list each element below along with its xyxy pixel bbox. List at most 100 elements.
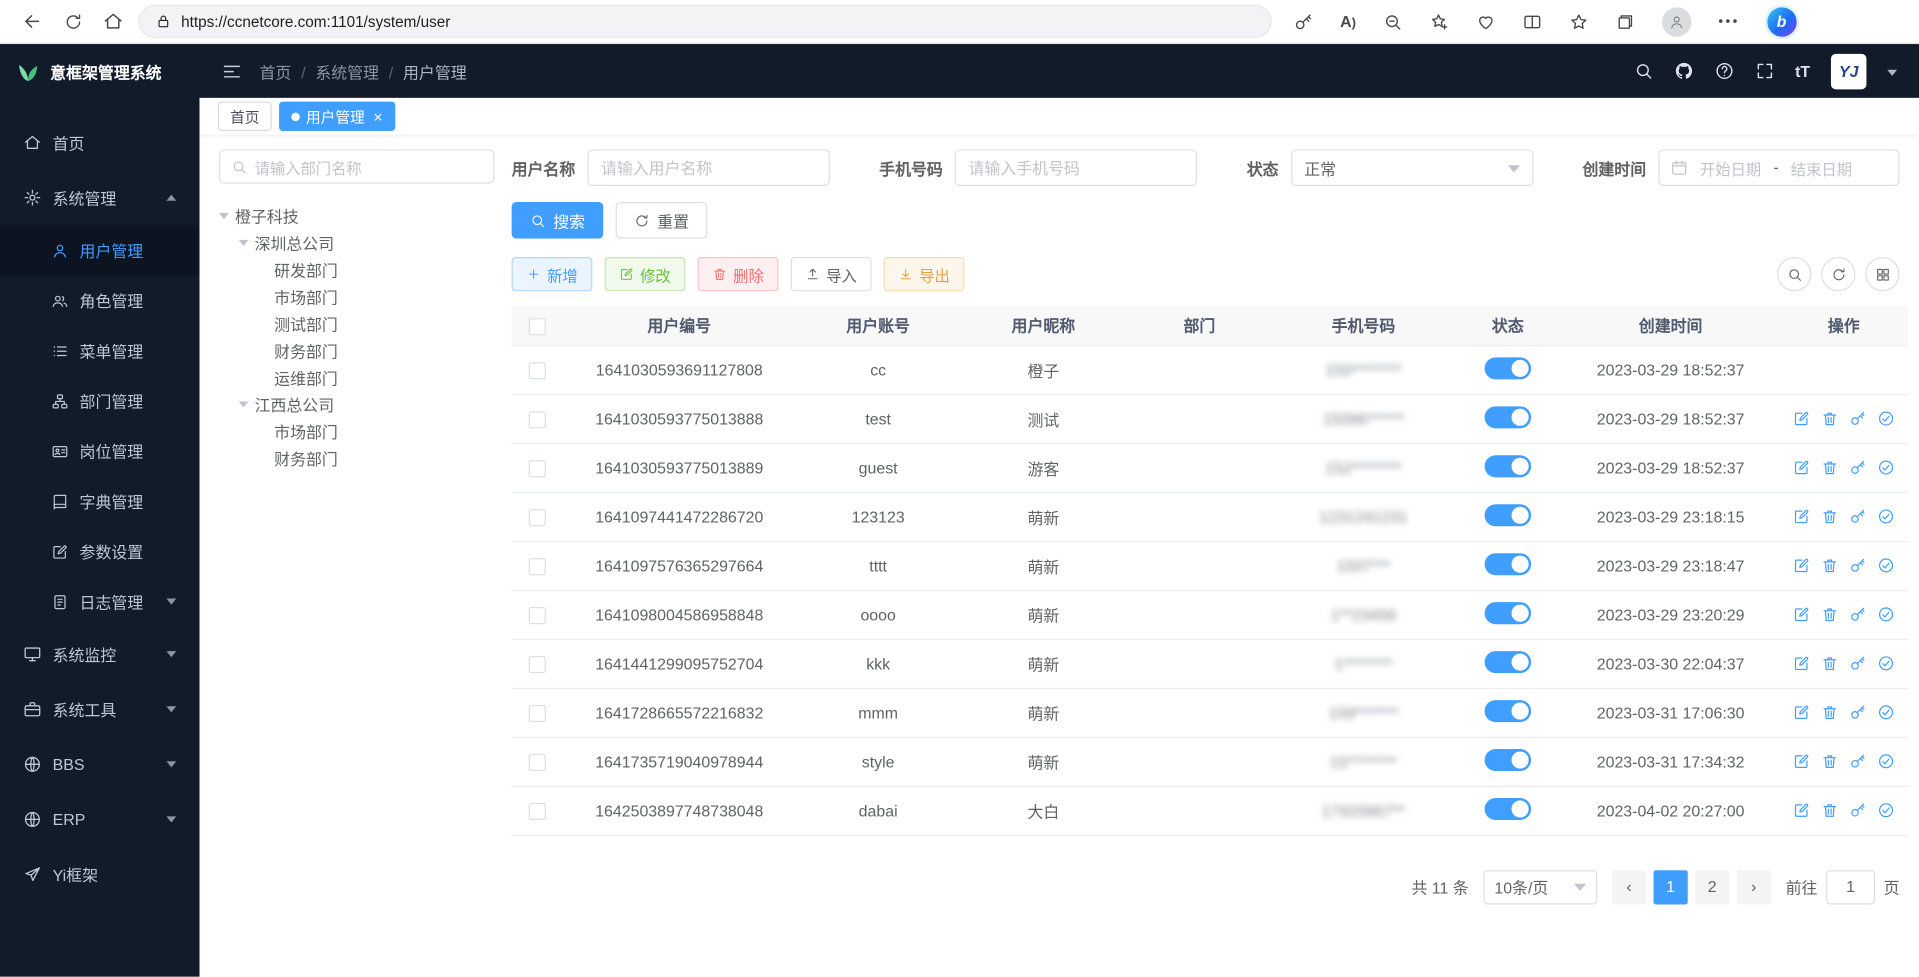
- edit-user-icon[interactable]: [1793, 753, 1810, 770]
- user-avatar[interactable]: YJ: [1831, 53, 1866, 88]
- row-checkbox[interactable]: [529, 411, 546, 428]
- breadcrumb-item[interactable]: 系统管理: [315, 59, 393, 82]
- row-checkbox[interactable]: [529, 656, 546, 673]
- delete-user-icon[interactable]: [1821, 753, 1838, 770]
- browser-home-button[interactable]: [93, 3, 133, 40]
- page-size-select[interactable]: 10条/页: [1483, 870, 1597, 904]
- reset-password-icon[interactable]: [1849, 459, 1866, 476]
- help-icon[interactable]: [1714, 61, 1734, 81]
- tab-home[interactable]: 首页: [218, 102, 272, 131]
- tree-node[interactable]: 财务部门: [219, 337, 494, 364]
- department-search-input[interactable]: 请输入部门名称: [219, 149, 494, 183]
- page-button-1[interactable]: 1: [1653, 870, 1687, 904]
- sidebar-item-system-management[interactable]: 系统管理: [0, 170, 199, 225]
- sidebar-item-department-management[interactable]: 部门管理: [0, 376, 199, 426]
- row-checkbox[interactable]: [529, 607, 546, 624]
- edit-user-icon[interactable]: [1793, 508, 1810, 525]
- status-toggle[interactable]: [1485, 651, 1532, 673]
- tree-node[interactable]: 市场部门: [219, 417, 494, 444]
- browser-essentials-icon[interactable]: [1476, 12, 1496, 32]
- assign-role-icon[interactable]: [1877, 753, 1894, 770]
- assign-role-icon[interactable]: [1877, 606, 1894, 623]
- reset-password-icon[interactable]: [1849, 704, 1866, 721]
- toggle-search-button[interactable]: [1777, 257, 1811, 291]
- delete-user-icon[interactable]: [1821, 508, 1838, 525]
- status-toggle[interactable]: [1485, 455, 1532, 477]
- reset-password-icon[interactable]: [1849, 802, 1866, 819]
- sidebar-item-menu-management[interactable]: 菜单管理: [0, 326, 199, 376]
- next-page-button[interactable]: ›: [1737, 870, 1771, 904]
- tab-user-management[interactable]: 用户管理 ×: [279, 102, 395, 131]
- status-toggle[interactable]: [1485, 406, 1532, 428]
- reset-password-icon[interactable]: [1849, 753, 1866, 770]
- add-button[interactable]: 新增: [512, 257, 593, 291]
- row-checkbox[interactable]: [529, 362, 546, 379]
- tree-node[interactable]: 财务部门: [219, 444, 494, 471]
- edit-user-icon[interactable]: [1793, 606, 1810, 623]
- assign-role-icon[interactable]: [1877, 459, 1894, 476]
- status-toggle[interactable]: [1485, 797, 1532, 819]
- status-toggle[interactable]: [1485, 553, 1532, 575]
- tree-node[interactable]: 研发部门: [219, 256, 494, 283]
- fullscreen-icon[interactable]: [1755, 61, 1775, 81]
- sidebar-item-position-management[interactable]: 岗位管理: [0, 426, 199, 476]
- browser-menu-icon[interactable]: •••: [1718, 14, 1739, 29]
- browser-profile-avatar[interactable]: [1662, 7, 1691, 36]
- assign-role-icon[interactable]: [1877, 655, 1894, 672]
- status-toggle[interactable]: [1485, 357, 1532, 379]
- font-size-icon[interactable]: tT: [1795, 62, 1810, 80]
- status-toggle[interactable]: [1485, 699, 1532, 721]
- edit-user-icon[interactable]: [1793, 802, 1810, 819]
- caret-down-icon[interactable]: [239, 401, 249, 412]
- delete-user-icon[interactable]: [1821, 655, 1838, 672]
- edit-button[interactable]: 修改: [605, 257, 686, 291]
- status-toggle[interactable]: [1485, 504, 1532, 526]
- edit-user-icon[interactable]: [1793, 704, 1810, 721]
- browser-back-button[interactable]: [12, 3, 52, 40]
- split-screen-icon[interactable]: [1523, 12, 1543, 32]
- github-icon[interactable]: [1674, 61, 1694, 81]
- zoom-out-icon[interactable]: [1383, 12, 1403, 32]
- delete-user-icon[interactable]: [1821, 802, 1838, 819]
- search-button[interactable]: 搜索: [512, 202, 604, 239]
- select-all-checkbox[interactable]: [529, 318, 546, 335]
- delete-user-icon[interactable]: [1821, 606, 1838, 623]
- assign-role-icon[interactable]: [1877, 802, 1894, 819]
- sidebar-item-bbs[interactable]: BBS: [0, 737, 199, 792]
- sidebar-item-yi-framework[interactable]: Yi框架: [0, 847, 199, 902]
- tree-node[interactable]: 江西总公司: [219, 390, 494, 417]
- reset-password-icon[interactable]: [1849, 606, 1866, 623]
- password-key-icon[interactable]: [1294, 12, 1314, 32]
- caret-down-icon[interactable]: [219, 212, 229, 223]
- sidebar-item-log-management[interactable]: 日志管理: [0, 576, 199, 626]
- export-button[interactable]: 导出: [884, 257, 965, 291]
- sidebar-item-home[interactable]: 首页: [0, 115, 199, 170]
- refresh-table-button[interactable]: [1821, 257, 1855, 291]
- collections-icon[interactable]: [1616, 12, 1636, 32]
- column-settings-button[interactable]: [1865, 257, 1899, 291]
- delete-user-icon[interactable]: [1821, 459, 1838, 476]
- browser-refresh-button[interactable]: [53, 3, 93, 40]
- assign-role-icon[interactable]: [1877, 508, 1894, 525]
- search-icon[interactable]: [1634, 61, 1654, 81]
- created-date-range[interactable]: 开始日期 - 结束日期: [1658, 149, 1899, 186]
- goto-page-input[interactable]: [1826, 870, 1875, 904]
- caret-down-icon[interactable]: [239, 239, 249, 250]
- import-button[interactable]: 导入: [791, 257, 872, 291]
- breadcrumb-item[interactable]: 首页: [259, 59, 305, 82]
- sidebar-item-role-management[interactable]: 角色管理: [0, 275, 199, 325]
- tree-node[interactable]: 深圳总公司: [219, 229, 494, 256]
- reset-password-icon[interactable]: [1849, 557, 1866, 574]
- sidebar-item-system-tools[interactable]: 系统工具: [0, 682, 199, 737]
- add-favorite-icon[interactable]: [1430, 12, 1450, 32]
- favorites-icon[interactable]: [1569, 12, 1589, 32]
- row-checkbox[interactable]: [529, 754, 546, 771]
- edit-user-icon[interactable]: [1793, 557, 1810, 574]
- reset-password-icon[interactable]: [1849, 655, 1866, 672]
- copilot-icon[interactable]: b: [1767, 7, 1796, 36]
- sidebar-item-dictionary-management[interactable]: 字典管理: [0, 476, 199, 526]
- status-toggle[interactable]: [1485, 748, 1532, 770]
- assign-role-icon[interactable]: [1877, 704, 1894, 721]
- delete-button[interactable]: 删除: [698, 257, 779, 291]
- sidebar-item-parameter-settings[interactable]: 参数设置: [0, 526, 199, 576]
